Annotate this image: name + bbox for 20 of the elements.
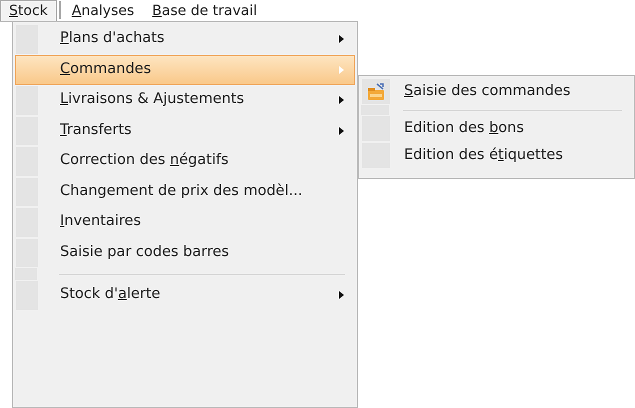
menu-item[interactable]: Correction des négatifs [15,146,355,176]
menu-item[interactable]: Transferts [15,116,355,146]
menu-item[interactable]: Changement de prix des modèl... [15,176,355,207]
menu-bar-item[interactable]: Analyses [62,0,144,21]
menu-bar-item[interactable]: Stock [0,0,57,21]
submenu-arrow-icon [339,126,344,135]
menu-item[interactable]: Edition des bons [361,115,632,142]
submenu-arrow-icon [339,35,344,44]
menu-item[interactable]: Saisie par codes barres [15,238,355,268]
menu-bar-item[interactable]: Base de travail [143,0,266,21]
menu-item[interactable]: Edition des étiquettes [361,142,632,169]
menu-item[interactable]: Commandes [15,54,355,85]
menu-item[interactable]: Plans d'achats [15,24,355,54]
menu-item[interactable]: Saisie des commandes [361,78,632,105]
submenu-arrow-icon [339,66,344,74]
submenu-arrow-icon [339,291,344,300]
menu-item[interactable]: Stock d'alerte [15,280,355,310]
menu-item[interactable]: Livraisons & Ajustements [15,85,355,116]
submenu-arrow-icon [339,96,344,104]
menu-item[interactable]: Inventaires [15,207,355,238]
